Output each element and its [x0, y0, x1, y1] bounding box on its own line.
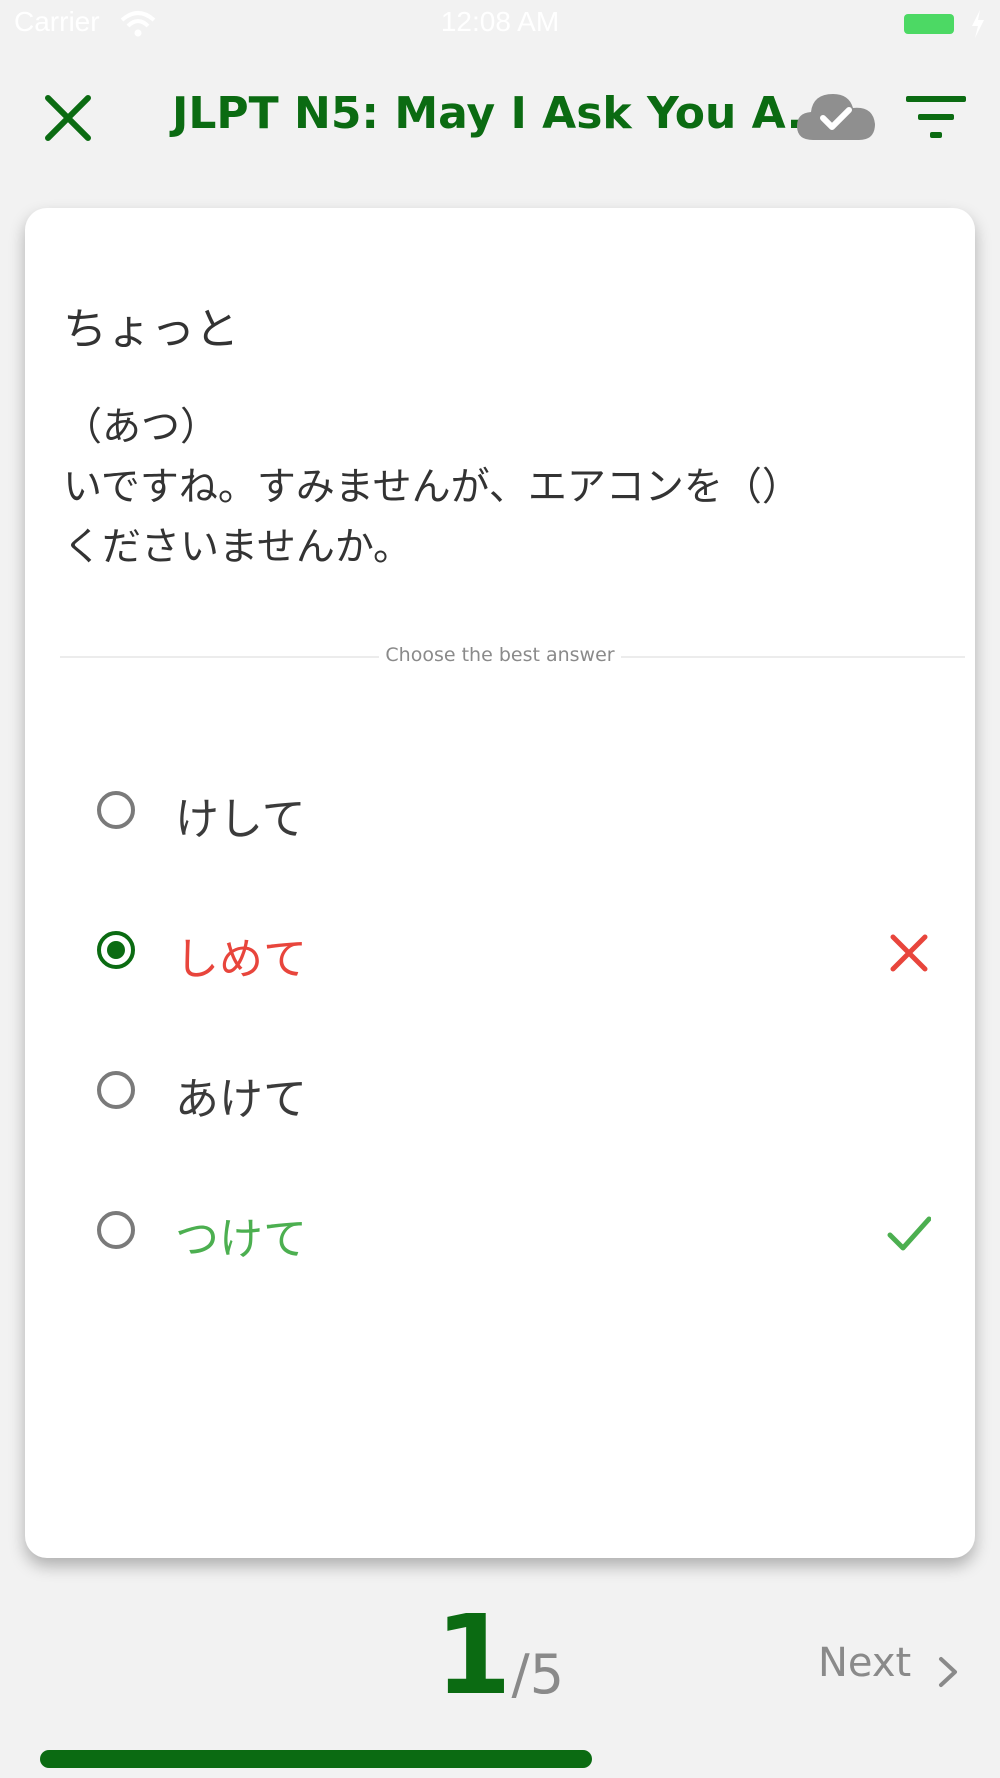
answer-label: つけて: [175, 1214, 307, 1265]
check-icon: [887, 1216, 931, 1251]
total-questions: /5: [511, 1643, 565, 1706]
radio-button[interactable]: [97, 1071, 135, 1109]
instruction-text: Choose the best answer: [379, 644, 621, 666]
question-counter: 1/5: [435, 1600, 564, 1710]
question-line: いですね。すみませんが、エアコンを（）: [63, 465, 801, 510]
question-line: くださいませんか。: [63, 525, 413, 570]
progress-fill: [40, 1750, 592, 1768]
answer-option-3[interactable]: あけて: [25, 1033, 975, 1153]
answer-option-4[interactable]: つけて: [25, 1173, 975, 1293]
battery-icon: [904, 14, 954, 34]
chevron-right-icon: [939, 1656, 958, 1687]
status-bar: Carrier 12:08 AM: [0, 0, 1000, 50]
filter-icon[interactable]: [904, 92, 968, 142]
page-title: JLPT N5: May I Ask You A...: [172, 88, 837, 139]
question-heading: ちょっと: [63, 304, 239, 355]
current-question-number: 1: [435, 1591, 512, 1719]
charging-bolt-icon: [972, 10, 984, 38]
answer-label: けして: [175, 794, 306, 845]
radio-button[interactable]: [97, 1211, 135, 1249]
radio-button[interactable]: [97, 791, 135, 829]
radio-button-selected[interactable]: [97, 931, 135, 969]
close-icon[interactable]: [40, 90, 96, 146]
progress-bar: [40, 1750, 960, 1768]
instruction-label: Choose the best answer: [0, 644, 1000, 666]
wrong-icon: [890, 934, 928, 972]
answer-label: あけて: [175, 1074, 307, 1125]
question-text: （あつ） いですね。すみませんが、エアコンを（） くださいませんか。: [63, 398, 943, 578]
answer-option-2[interactable]: しめて: [25, 893, 975, 1013]
cloud-check-icon[interactable]: [795, 88, 877, 144]
answer-option-1[interactable]: けして: [25, 753, 975, 873]
next-label: Next: [818, 1640, 912, 1686]
next-button[interactable]: Next: [818, 1640, 960, 1690]
question-card: ちょっと （あつ） いですね。すみませんが、エアコンを（） くださいませんか。 …: [25, 208, 975, 1558]
answer-label: しめて: [175, 934, 307, 985]
nav-bar: JLPT N5: May I Ask You A...: [0, 60, 1000, 170]
status-time: 12:08 AM: [440, 6, 560, 37]
question-line: （あつ）: [63, 405, 220, 450]
